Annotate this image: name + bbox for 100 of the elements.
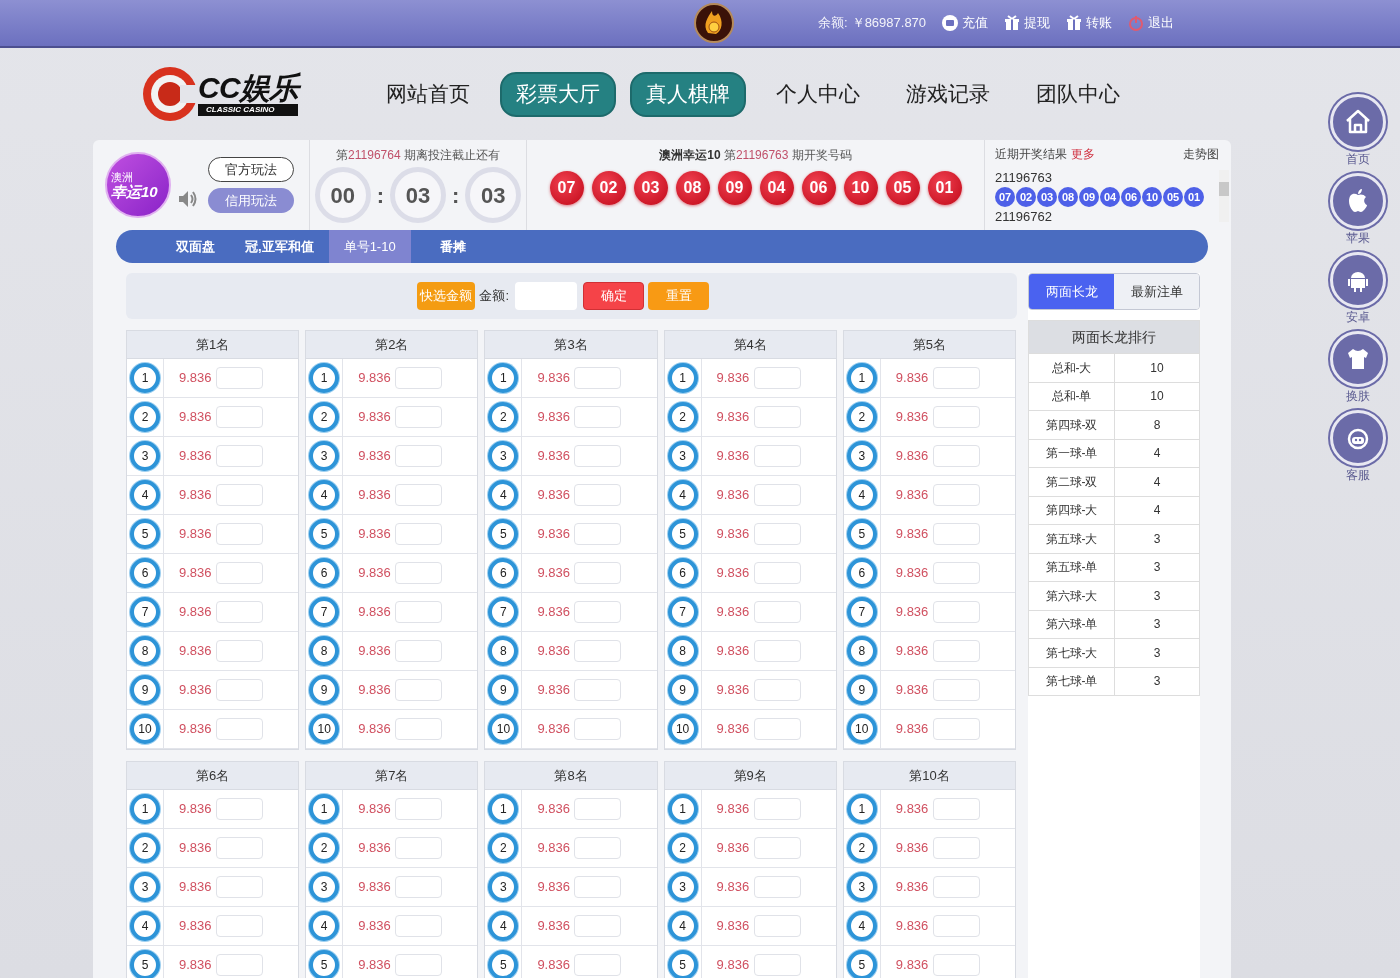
bet-amount-field[interactable]	[932, 679, 980, 701]
bet-amount-field[interactable]	[574, 367, 622, 389]
bet-amount-field[interactable]	[932, 484, 980, 506]
amount-field[interactable]	[515, 282, 577, 310]
bet-amount-field[interactable]	[574, 915, 622, 937]
bet-amount-field[interactable]	[395, 445, 443, 467]
bet-amount-field[interactable]	[753, 523, 801, 545]
bet-amount-field[interactable]	[216, 876, 263, 898]
bet-amount-field[interactable]	[574, 718, 622, 740]
bet-amount-field[interactable]	[216, 954, 263, 976]
nav-link[interactable]: 游戏记录	[890, 71, 1007, 117]
menu-button[interactable]	[1330, 94, 1386, 150]
bet-amount-field[interactable]	[753, 406, 801, 428]
bet-amount-field[interactable]	[932, 876, 980, 898]
bet-amount-field[interactable]	[216, 601, 263, 623]
bet-amount-field[interactable]	[753, 837, 801, 859]
panel-tab[interactable]: 最新注单	[1114, 274, 1199, 309]
bet-amount-field[interactable]	[395, 523, 443, 545]
nav-link[interactable]: 真人棋牌	[630, 71, 747, 117]
bet-amount-field[interactable]	[753, 798, 801, 820]
bet-amount-field[interactable]	[932, 837, 980, 859]
menu-button[interactable]	[1330, 410, 1386, 466]
nav-link[interactable]: 团队中心	[1020, 71, 1137, 117]
bet-amount-field[interactable]	[395, 837, 443, 859]
bet-amount-field[interactable]	[395, 601, 443, 623]
bet-amount-field[interactable]	[395, 640, 443, 662]
scrollbar[interactable]	[1219, 170, 1229, 222]
bet-amount-field[interactable]	[753, 679, 801, 701]
bet-amount-field[interactable]	[932, 445, 980, 467]
bet-amount-field[interactable]	[395, 679, 443, 701]
bet-amount-field[interactable]	[395, 562, 443, 584]
bet-amount-field[interactable]	[216, 523, 263, 545]
bet-amount-field[interactable]	[753, 954, 801, 976]
bet-amount-field[interactable]	[216, 798, 263, 820]
bet-amount-field[interactable]	[753, 601, 801, 623]
bet-amount-field[interactable]	[395, 406, 443, 428]
bet-amount-field[interactable]	[932, 915, 980, 937]
bet-amount-field[interactable]	[574, 601, 622, 623]
bet-amount-field[interactable]	[395, 484, 443, 506]
bet-amount-field[interactable]	[216, 679, 263, 701]
more-link[interactable]: 更多	[1071, 145, 1095, 163]
bet-amount-field[interactable]	[574, 445, 622, 467]
bet-amount-field[interactable]	[395, 718, 443, 740]
bet-amount-field[interactable]	[932, 954, 980, 976]
bet-amount-field[interactable]	[574, 837, 622, 859]
bet-amount-field[interactable]	[574, 954, 622, 976]
bet-amount-field[interactable]	[753, 484, 801, 506]
bet-amount-field[interactable]	[932, 562, 980, 584]
trend-link[interactable]: 走势图	[1183, 145, 1219, 163]
tab[interactable]: 单号1-10	[328, 230, 411, 263]
confirm-button[interactable]: 确定	[583, 282, 644, 310]
bet-amount-field[interactable]	[574, 679, 622, 701]
bet-amount-field[interactable]	[574, 876, 622, 898]
bet-amount-field[interactable]	[216, 640, 263, 662]
bet-amount-field[interactable]	[932, 798, 980, 820]
bet-amount-field[interactable]	[932, 406, 980, 428]
nav-link[interactable]: 网站首页	[370, 71, 487, 117]
bet-amount-field[interactable]	[574, 562, 622, 584]
bet-amount-field[interactable]	[753, 445, 801, 467]
tab[interactable]: 番摊	[424, 230, 481, 263]
nav-link[interactable]: 个人中心	[760, 71, 877, 117]
topbar-link[interactable]: 充值	[942, 13, 989, 33]
nav-link[interactable]: 彩票大厅	[500, 71, 617, 117]
bet-amount-field[interactable]	[216, 915, 263, 937]
bet-amount-field[interactable]	[216, 718, 263, 740]
bet-amount-field[interactable]	[753, 876, 801, 898]
bet-amount-field[interactable]	[216, 367, 263, 389]
bet-amount-field[interactable]	[216, 406, 263, 428]
bet-amount-field[interactable]	[932, 640, 980, 662]
bet-amount-field[interactable]	[932, 601, 980, 623]
bet-amount-field[interactable]	[574, 484, 622, 506]
bet-amount-field[interactable]	[216, 484, 263, 506]
bet-amount-field[interactable]	[932, 523, 980, 545]
bet-amount-field[interactable]	[753, 367, 801, 389]
bet-amount-field[interactable]	[395, 954, 443, 976]
bet-amount-field[interactable]	[574, 798, 622, 820]
bet-amount-field[interactable]	[932, 367, 980, 389]
menu-button[interactable]	[1330, 173, 1386, 229]
bet-amount-field[interactable]	[216, 562, 263, 584]
menu-button[interactable]	[1330, 331, 1386, 387]
tab[interactable]: 冠,亚军和值	[230, 230, 329, 263]
mode-button[interactable]: 官方玩法	[208, 157, 294, 182]
bet-amount-field[interactable]	[395, 915, 443, 937]
bet-amount-field[interactable]	[753, 640, 801, 662]
bet-amount-field[interactable]	[395, 798, 443, 820]
menu-button[interactable]	[1330, 252, 1386, 308]
tab[interactable]: 双面盘	[161, 230, 230, 263]
topbar-link[interactable]: 退出	[1128, 13, 1175, 33]
bet-amount-field[interactable]	[574, 640, 622, 662]
topbar-link[interactable]: 提现	[1004, 13, 1051, 33]
mode-button[interactable]: 信用玩法	[208, 188, 294, 213]
bet-amount-field[interactable]	[574, 406, 622, 428]
bet-amount-field[interactable]	[753, 562, 801, 584]
bet-amount-field[interactable]	[395, 367, 443, 389]
bet-amount-field[interactable]	[932, 718, 980, 740]
bet-amount-field[interactable]	[753, 718, 801, 740]
bet-amount-field[interactable]	[216, 837, 263, 859]
bet-amount-field[interactable]	[216, 445, 263, 467]
bet-amount-field[interactable]	[395, 876, 443, 898]
bet-amount-field[interactable]	[574, 523, 622, 545]
